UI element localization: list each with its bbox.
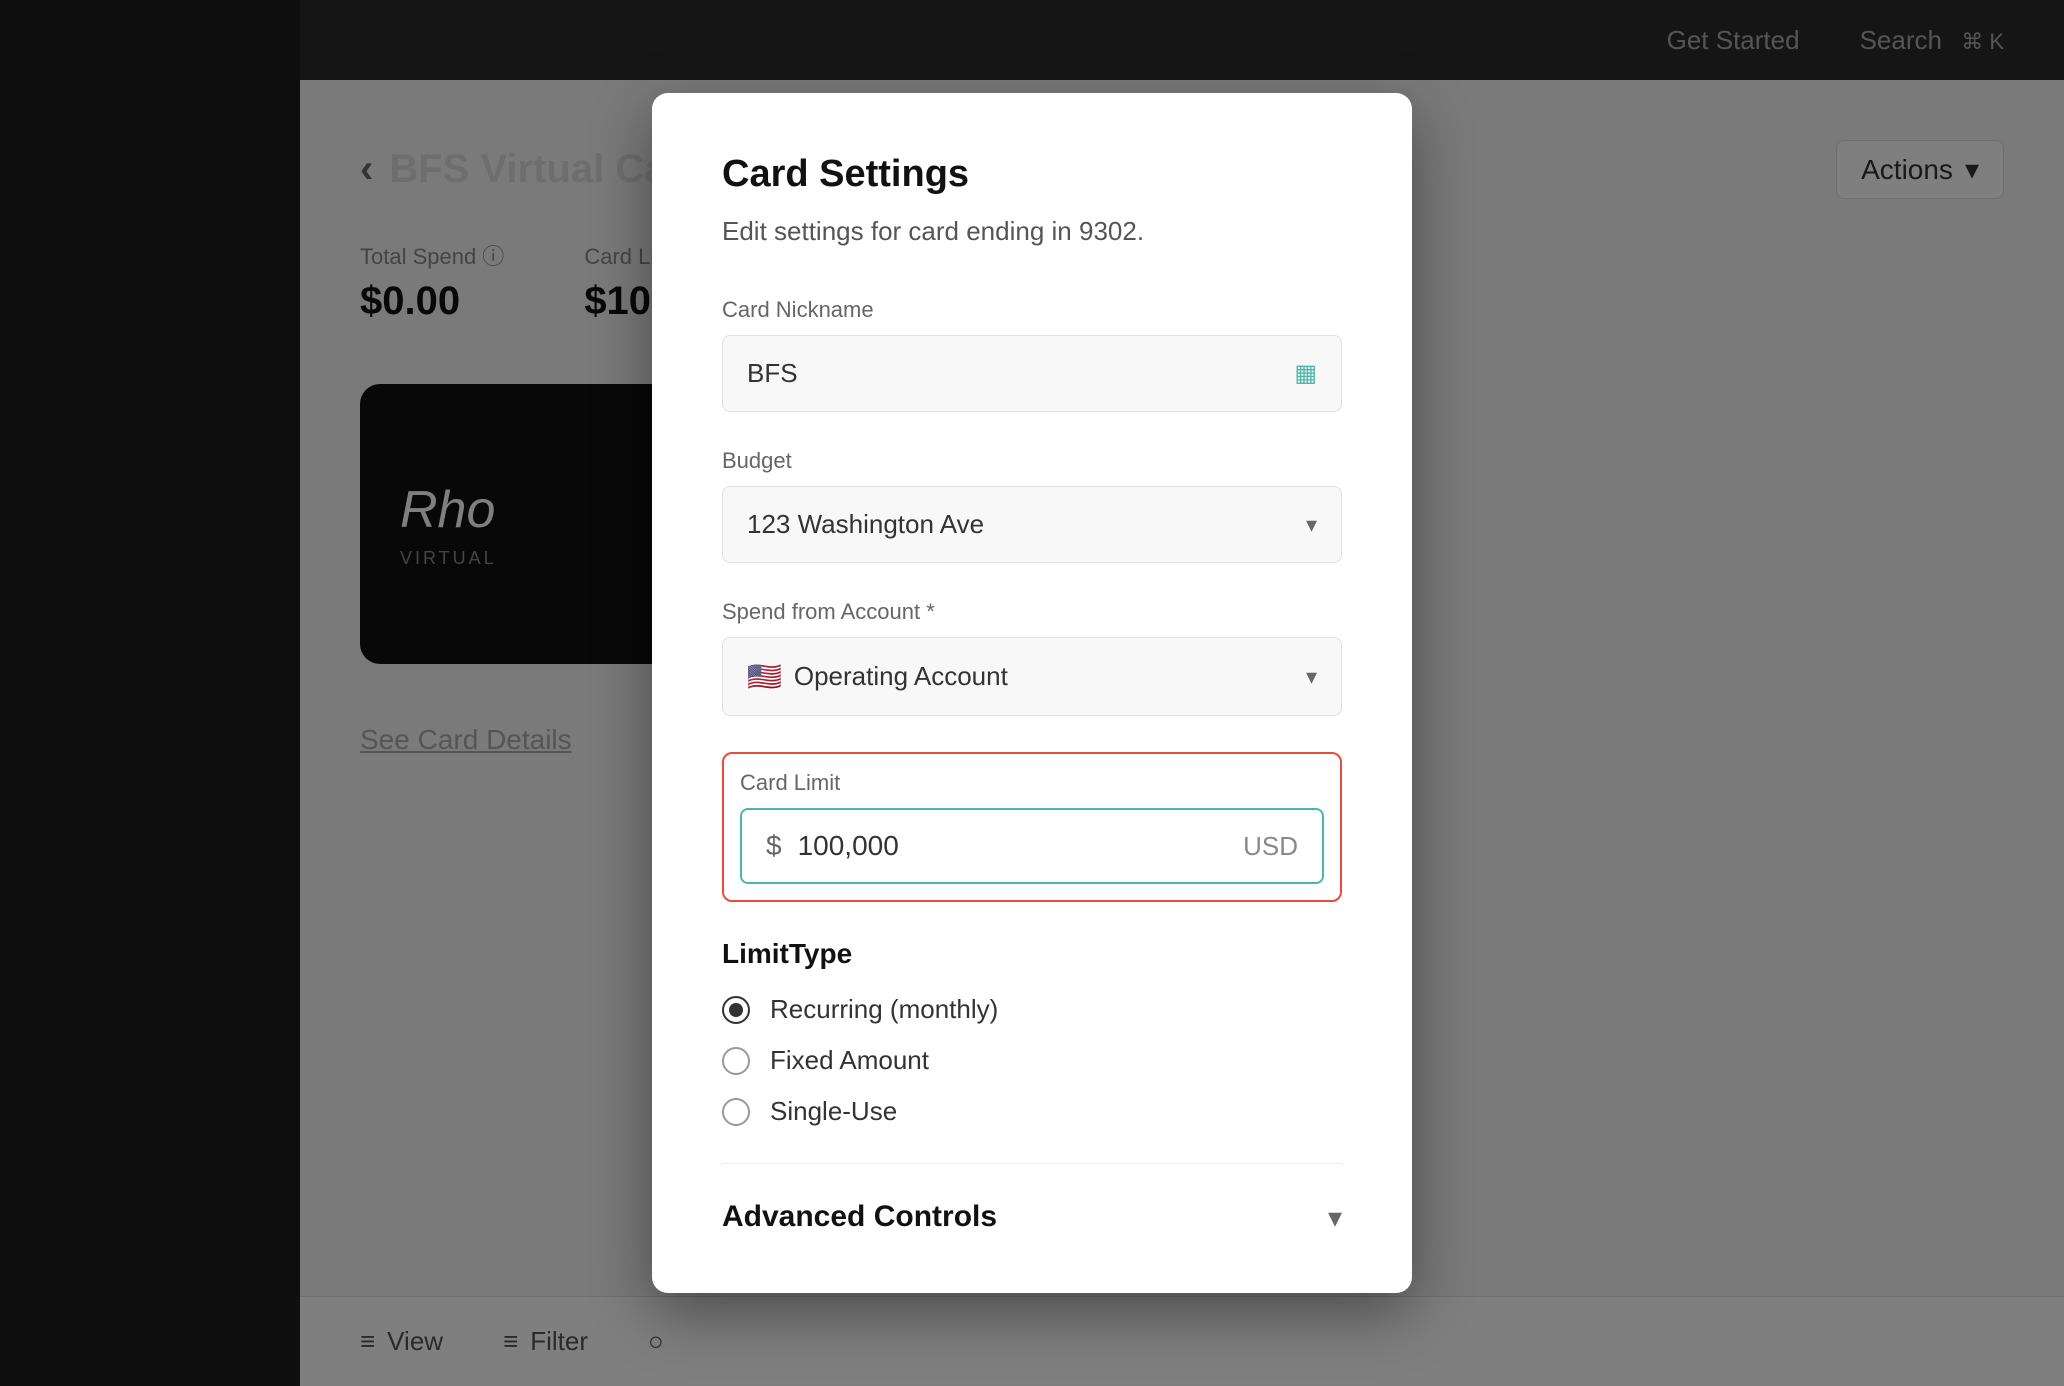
nickname-icon: ▦ xyxy=(1294,359,1317,388)
single-use-option[interactable]: Single-Use xyxy=(722,1096,1342,1127)
recurring-radio[interactable] xyxy=(722,996,750,1024)
fixed-amount-radio[interactable] xyxy=(722,1047,750,1075)
recurring-monthly-option[interactable]: Recurring (monthly) xyxy=(722,994,1342,1025)
budget-field: Budget 123 Washington Ave ▾ xyxy=(722,448,1342,563)
card-limit-input[interactable]: $ 100,000 USD xyxy=(740,808,1324,884)
card-limit-value: 100,000 xyxy=(798,830,899,862)
account-flag-icon: 🇺🇸 xyxy=(747,660,782,693)
advanced-controls-chevron-icon: ▾ xyxy=(1328,1201,1342,1234)
card-settings-modal: Card Settings Edit settings for card end… xyxy=(652,93,1412,1293)
budget-dropdown-icon: ▾ xyxy=(1306,512,1317,538)
nickname-input[interactable]: BFS ▦ xyxy=(722,335,1342,412)
advanced-controls-label: Advanced Controls xyxy=(722,1200,997,1234)
divider xyxy=(722,1163,1342,1164)
budget-select[interactable]: 123 Washington Ave ▾ xyxy=(722,486,1342,563)
account-field: Spend from Account * 🇺🇸 Operating Accoun… xyxy=(722,599,1342,716)
card-limit-section: Card Limit $ 100,000 USD xyxy=(722,752,1342,902)
modal-title: Card Settings xyxy=(722,153,1342,196)
account-select[interactable]: 🇺🇸 Operating Account ▾ xyxy=(722,637,1342,716)
recurring-label: Recurring (monthly) xyxy=(770,994,998,1025)
currency-code: USD xyxy=(1243,831,1298,862)
budget-value: 123 Washington Ave xyxy=(747,509,984,540)
account-label: Spend from Account * xyxy=(722,599,1342,625)
account-dropdown-icon: ▾ xyxy=(1306,664,1317,690)
modal-subtitle: Edit settings for card ending in 9302. xyxy=(722,216,1342,247)
limit-type-title: LimitType xyxy=(722,938,1342,970)
fixed-amount-option[interactable]: Fixed Amount xyxy=(722,1045,1342,1076)
single-use-radio[interactable] xyxy=(722,1098,750,1126)
limit-type-section: LimitType Recurring (monthly) Fixed Amou… xyxy=(722,938,1342,1127)
card-limit-field-label: Card Limit xyxy=(740,770,1324,796)
single-use-label: Single-Use xyxy=(770,1096,897,1127)
modal-overlay: Card Settings Edit settings for card end… xyxy=(0,0,2064,1386)
card-nickname-field: Card Nickname BFS ▦ xyxy=(722,297,1342,412)
nickname-label: Card Nickname xyxy=(722,297,1342,323)
nickname-value: BFS xyxy=(747,358,798,389)
fixed-amount-label: Fixed Amount xyxy=(770,1045,929,1076)
budget-label: Budget xyxy=(722,448,1342,474)
modal-body: Card Settings Edit settings for card end… xyxy=(652,93,1412,1293)
dollar-sign: $ xyxy=(766,830,782,862)
account-value: Operating Account xyxy=(794,661,1008,692)
advanced-controls-section[interactable]: Advanced Controls ▾ xyxy=(722,1200,1342,1234)
